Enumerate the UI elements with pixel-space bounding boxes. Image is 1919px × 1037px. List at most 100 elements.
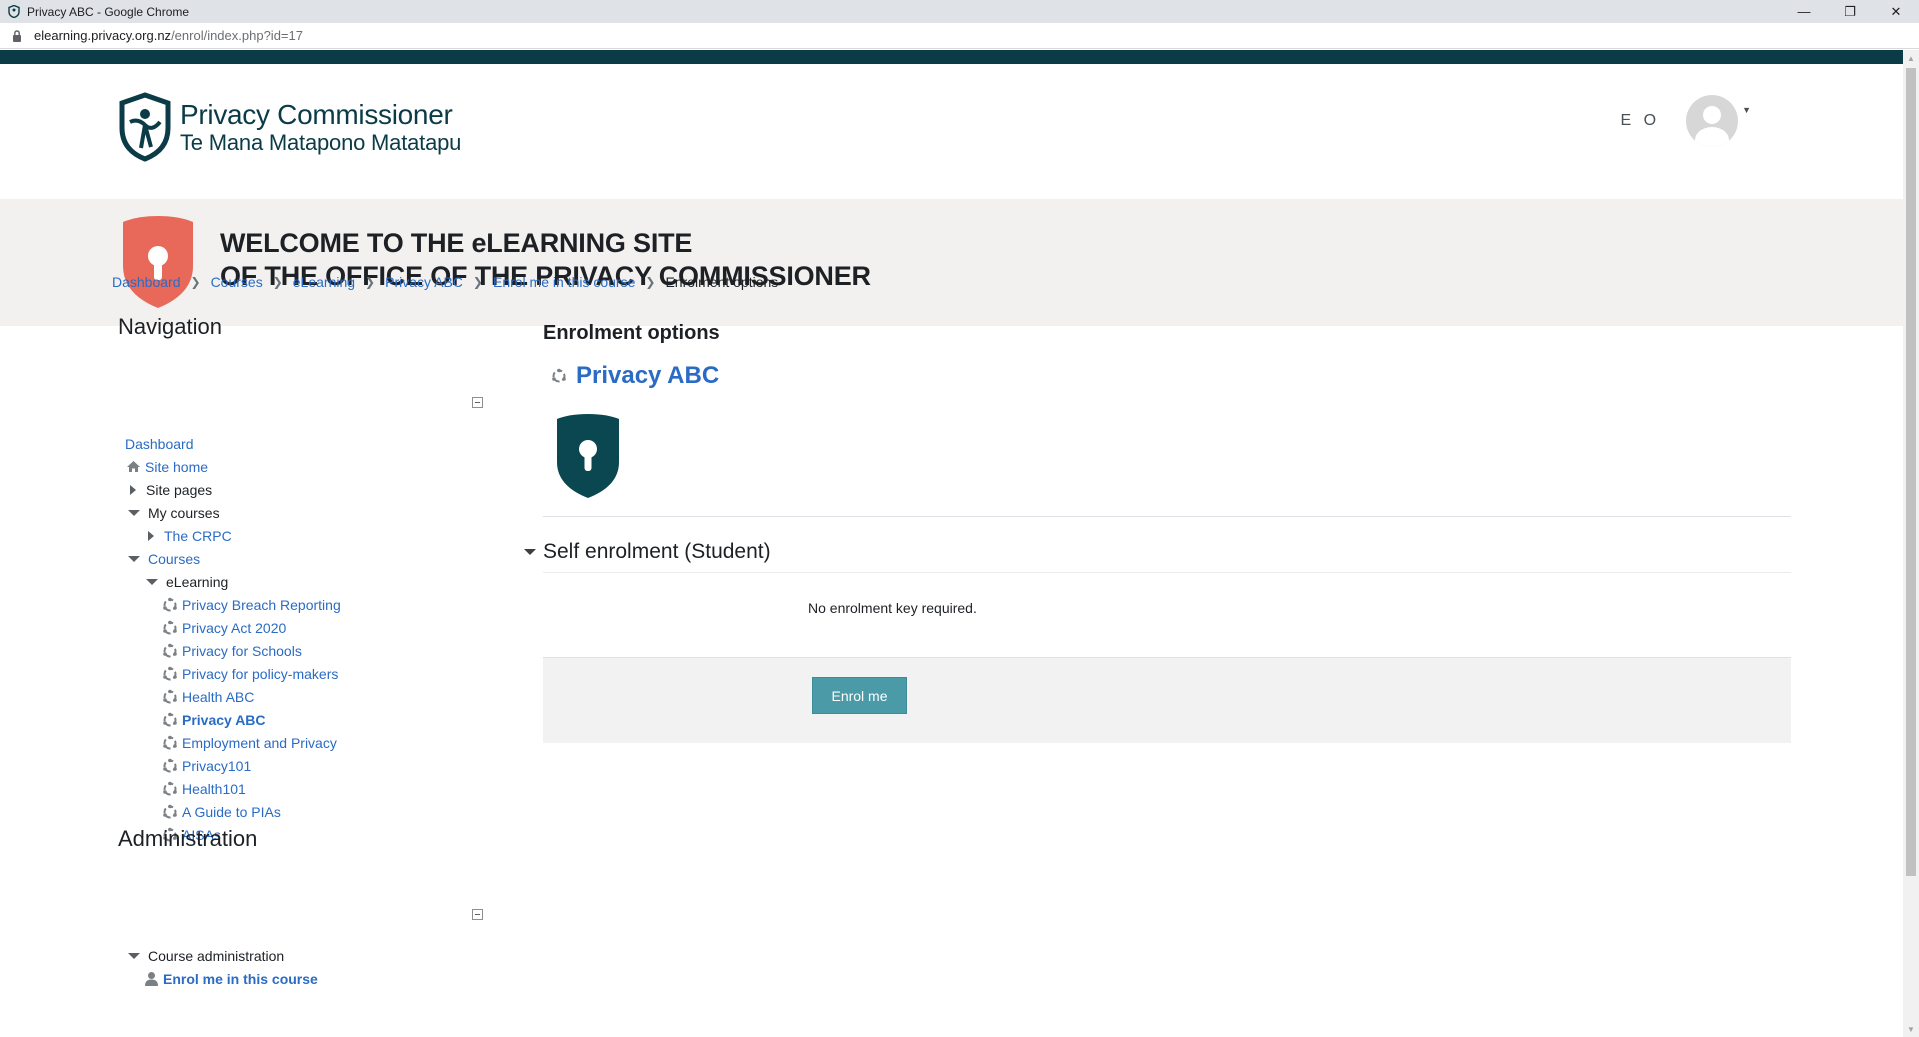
web-page: Privacy Commissioner Te Mana Matapono Ma… [0,50,1903,1037]
home-icon [125,459,141,475]
chevron-right-icon: ❯ [190,275,201,289]
browser-titlebar: Privacy ABC - Google Chrome — ❐ ✕ [0,0,1919,23]
course-icon [162,689,178,705]
site-favicon-icon [7,5,21,19]
page-scrollbar[interactable]: ▲ ▼ [1903,50,1919,1037]
nav-course-item[interactable]: A Guide to PIAs [162,800,281,823]
nav-course-item[interactable]: Privacy Act 2020 [162,616,286,639]
enrol-me-button[interactable]: Enrol me [812,677,907,714]
breadcrumb-elearning[interactable]: eLearning [293,274,355,290]
url-domain: elearning.privacy.org.nz [34,28,172,43]
nav-course-item[interactable]: Privacy for policy-makers [162,662,338,685]
administration-title: Administration [118,826,258,851]
course-icon [162,735,178,751]
collapse-icon[interactable] [146,578,158,585]
nav-course-link[interactable]: Health ABC [182,689,254,705]
course-icon [162,712,178,728]
page-title: Enrolment options [543,322,720,344]
self-enrolment-title: Self enrolment (Student) [543,540,771,563]
logo-subtitle: Te Mana Matapono Matatapu [180,129,462,155]
course-heading: Privacy ABC [551,362,719,390]
nav-course-link[interactable]: Privacy101 [182,758,251,774]
expand-icon[interactable] [148,530,154,541]
course-icon [551,368,567,384]
user-initials: E O [1620,112,1661,129]
lock-icon[interactable] [12,29,24,43]
divider [543,516,1791,517]
nav-courses[interactable]: Courses [148,551,200,567]
nav-course-link[interactable]: Employment and Privacy [182,735,337,751]
chevron-right-icon: ❯ [365,275,376,289]
url-path: /enrol/index.php?id=17 [171,28,303,43]
course-keyhole-shield-icon [557,414,619,498]
divider [543,572,1791,573]
collapse-section-icon[interactable] [524,549,536,555]
site-logo[interactable]: Privacy Commissioner Te Mana Matapono Ma… [118,92,461,162]
close-icon[interactable]: ✕ [1873,0,1919,23]
self-enrolment-header[interactable]: Self enrolment (Student) [524,540,771,564]
expand-icon[interactable] [130,484,136,495]
nav-course-link[interactable]: Privacy ABC [182,712,266,728]
nav-dashboard[interactable]: Dashboard [125,436,194,452]
course-icon [162,758,178,774]
collapse-administration-icon[interactable] [472,909,483,920]
nav-course-link[interactable]: Health101 [182,781,246,797]
no-key-message: No enrolment key required. [808,600,977,616]
course-name-link[interactable]: Privacy ABC [576,362,719,390]
chevron-right-icon: ❯ [272,275,283,289]
nav-site-pages[interactable]: Site pages [146,482,212,498]
course-icon [162,781,178,797]
nav-course-item[interactable]: Privacy Breach Reporting [162,593,341,616]
navigation-title: Navigation [118,314,222,339]
minimize-icon[interactable]: — [1781,0,1827,23]
breadcrumb-courses[interactable]: Courses [211,274,263,290]
nav-course-item[interactable]: Health ABC [162,685,254,708]
url-text[interactable]: elearning.privacy.org.nz/enrol/index.php… [34,28,303,43]
restore-icon[interactable]: ❐ [1827,0,1873,23]
course-icon [162,620,178,636]
window-title: Privacy ABC - Google Chrome [27,4,190,19]
keyhole-shield-icon [123,216,193,308]
chevron-right-icon: ❯ [472,275,483,289]
chevron-down-icon[interactable]: ▼ [1742,105,1751,115]
logo-title: Privacy Commissioner [180,98,453,130]
collapse-navigation-icon[interactable] [472,397,483,408]
nav-elearning[interactable]: eLearning [166,574,228,590]
admin-course-administration[interactable]: Course administration [148,948,284,964]
admin-enrol-link[interactable]: Enrol me in this course [163,971,318,987]
nav-site-home[interactable]: Site home [145,459,208,475]
collapse-icon[interactable] [128,555,140,562]
breadcrumb-enrol[interactable]: Enrol me in this course [493,274,635,290]
collapse-icon[interactable] [128,952,140,959]
enrol-form-panel: Enrol me [543,657,1791,743]
scrollbar-thumb[interactable] [1906,68,1916,876]
nav-course-item[interactable]: Employment and Privacy [162,731,337,754]
user-icon [143,971,159,987]
course-icon [162,643,178,659]
scroll-down-icon[interactable]: ▼ [1903,1021,1919,1037]
nav-course-item[interactable]: Privacy for Schools [162,639,302,662]
top-stripe [0,50,1903,64]
course-icon [162,597,178,613]
nav-course-item[interactable]: Health101 [162,777,246,800]
nav-course-link[interactable]: Privacy for Schools [182,643,302,659]
nav-course-link[interactable]: Privacy Breach Reporting [182,597,341,613]
breadcrumb-dashboard[interactable]: Dashboard [112,274,181,290]
nav-course-link[interactable]: Privacy for policy-makers [182,666,338,682]
nav-course-item[interactable]: Privacy ABC [162,708,266,731]
nav-the-crpc[interactable]: The CRPC [164,528,232,544]
breadcrumb-privacy-abc[interactable]: Privacy ABC [385,274,463,290]
breadcrumb-current: Enrolment options [665,274,779,290]
user-avatar[interactable] [1686,95,1739,147]
collapse-icon[interactable] [128,509,140,516]
nav-my-courses[interactable]: My courses [148,505,220,521]
course-icon [162,804,178,820]
welcome-line-1: WELCOME TO THE eLEARNING SITE [220,228,693,258]
user-menu[interactable]: E O ▼ [1621,95,1751,147]
nav-course-link[interactable]: Privacy Act 2020 [182,620,286,636]
scroll-up-icon[interactable]: ▲ [1903,50,1919,66]
address-bar[interactable]: elearning.privacy.org.nz/enrol/index.php… [0,23,1919,49]
chevron-right-icon: ❯ [645,275,656,289]
nav-course-link[interactable]: A Guide to PIAs [182,804,281,820]
nav-course-item[interactable]: Privacy101 [162,754,251,777]
